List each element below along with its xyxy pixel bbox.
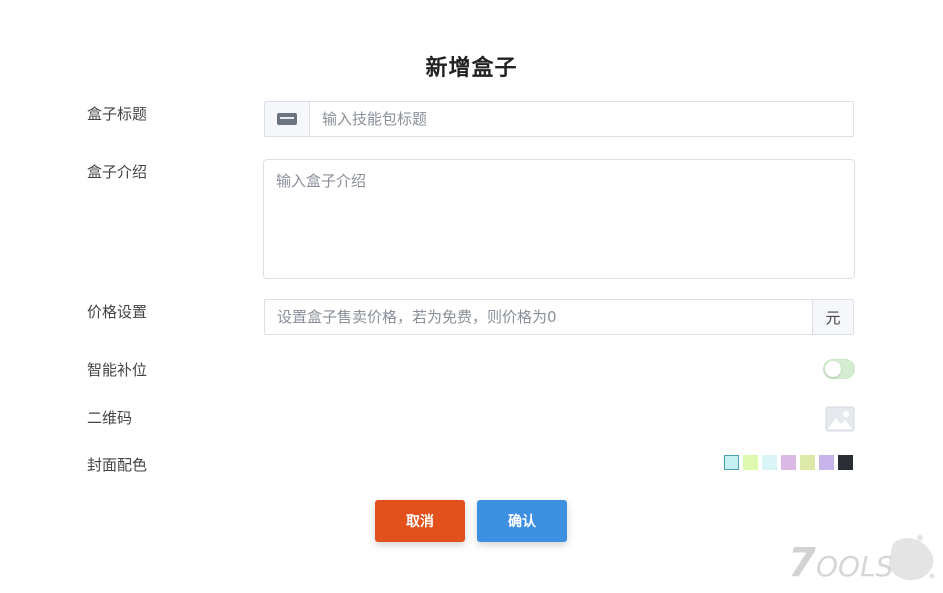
card-icon <box>277 113 297 125</box>
svg-text:7: 7 <box>788 540 816 586</box>
title-prefix <box>265 102 310 136</box>
cancel-button[interactable]: 取消 <box>375 500 465 542</box>
smart-fill-toggle[interactable] <box>823 359 855 379</box>
price-input[interactable] <box>265 300 812 334</box>
intro-textarea[interactable] <box>263 159 855 279</box>
title-input[interactable] <box>310 102 853 136</box>
qrcode-label: 二维码 <box>87 409 133 427</box>
color-swatch[interactable] <box>781 455 796 470</box>
confirm-button[interactable]: 确认 <box>477 500 567 542</box>
color-swatch[interactable] <box>724 455 739 470</box>
color-swatch-list <box>724 455 853 470</box>
price-input-group: 元 <box>264 299 854 335</box>
intro-label: 盒子介绍 <box>87 163 148 181</box>
page-title: 新增盒子 <box>425 56 518 81</box>
color-swatch[interactable] <box>762 455 777 470</box>
price-label: 价格设置 <box>87 303 148 321</box>
color-swatch[interactable] <box>743 455 758 470</box>
color-swatch[interactable] <box>819 455 834 470</box>
title-input-group <box>264 101 854 137</box>
smart-fill-label: 智能补位 <box>87 361 148 379</box>
cover-color-label: 封面配色 <box>87 456 148 474</box>
toggle-knob <box>825 361 841 377</box>
color-swatch[interactable] <box>838 455 853 470</box>
color-swatch[interactable] <box>800 455 815 470</box>
tools-watermark-logo: 7 OOLS <box>788 535 935 586</box>
title-label: 盒子标题 <box>87 105 148 123</box>
svg-text:OOLS: OOLS <box>816 550 893 583</box>
image-placeholder-icon[interactable] <box>825 406 855 432</box>
price-unit-suffix: 元 <box>812 300 853 334</box>
